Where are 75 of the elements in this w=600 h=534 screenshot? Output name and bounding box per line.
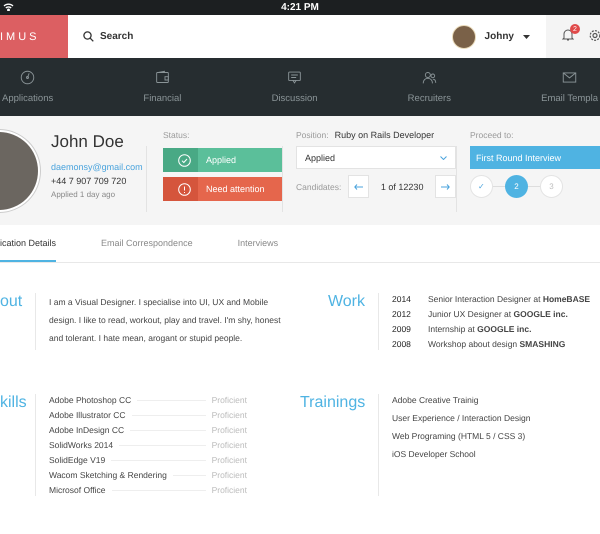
skill-name: SolidEdge V19 (49, 454, 106, 466)
section-heading: Work (326, 293, 365, 311)
avatar-placeholder (452, 24, 476, 48)
skill-level: Proficient (212, 424, 247, 436)
work-year: 2012 (392, 308, 412, 320)
bell-icon[interactable] (562, 28, 574, 41)
settings-icon[interactable] (588, 29, 600, 42)
skill-name: Adobe InDesign CC (49, 424, 124, 436)
nav-item[interactable]: Applications (2, 70, 54, 104)
tab[interactable]: ication Details (0, 225, 56, 262)
skill-name: SolidWorks 2014 (49, 439, 114, 451)
logo: IMUS (0, 15, 68, 58)
tab[interactable]: Interviews (238, 225, 278, 262)
nav-item[interactable]: Financial (143, 70, 182, 104)
skill-level: Proficient (212, 454, 247, 466)
skill-name: Adobe Illustrator CC (49, 409, 126, 421)
tab[interactable]: Email Correspondence (101, 225, 193, 262)
skill-level: Proficient (212, 409, 247, 421)
envelope-icon (562, 70, 578, 85)
work-entry: Internship at GOOGLE inc. (428, 323, 532, 335)
about-text: I am a Visual Designer. I specialise into UI, UX and Mobile design. I like to read, workout, play and travel. I'm shy, honest and tolerant. I hate mean, arogant or stupid people. (49, 296, 282, 345)
gauge-icon (20, 70, 36, 85)
skill-name: Adobe Photoshop CC (49, 394, 132, 406)
work-entry: Senior Interaction Designer at HomeBASE (428, 293, 590, 305)
applied-date: Applied 1 day ago (51, 190, 116, 199)
search-button[interactable]: Search (83, 31, 134, 42)
skill-level: Proficient (212, 484, 247, 496)
position-value: Ruby on Rails Developer (334, 130, 434, 140)
phone-number: +44 7 907 709 720 (51, 176, 128, 186)
check-circle-icon (178, 154, 191, 166)
caret-icon (523, 34, 530, 38)
skill-name: Microsof Office (49, 484, 106, 496)
user-menu[interactable]: Johny (452, 24, 530, 48)
training-item: Adobe Creative Trainig (392, 394, 480, 406)
training-item: Web Programing (HTML 5 / CSS 3) (392, 430, 526, 442)
skill-level: Proficient (212, 439, 247, 451)
status-button[interactable]: Need attention (163, 177, 282, 201)
training-item: User Experience / Interaction Design (392, 412, 530, 424)
training-item: iOS Developer School (392, 448, 477, 460)
proceed-button[interactable]: First Round Interview (470, 146, 600, 169)
candidates-label: Candidates: (296, 182, 342, 192)
skill-level: Proficient (212, 469, 247, 481)
step-indicator[interactable]: ✓ (470, 175, 493, 198)
wifi-icon (3, 3, 14, 11)
status-label: Status: (163, 130, 190, 140)
email-link[interactable]: daemonsy@gmail.com (51, 162, 146, 172)
work-year: 2008 (392, 338, 412, 350)
status-time: 4:21 PM (281, 2, 319, 13)
work-year: 2014 (392, 293, 412, 305)
skill-name: Wacom Sketching & Rendering (49, 469, 167, 481)
nav-item[interactable]: Discussion (272, 70, 318, 104)
work-entry: Workshop about design SMASHING (428, 338, 566, 350)
chevron-icon (440, 156, 447, 160)
people-icon (422, 70, 437, 85)
search-icon (83, 31, 94, 42)
section-heading: Trainings (300, 394, 365, 412)
arrow-right-icon (441, 184, 450, 190)
wallet-icon (154, 70, 170, 85)
candidate-counter: 1 of 12230 (380, 182, 424, 192)
nav-item[interactable]: Recruiters (408, 70, 451, 104)
work-entry: Junior UX Designer at GOOGLE inc. (428, 308, 568, 320)
work-year: 2009 (392, 323, 412, 335)
candidate-name: John Doe (51, 132, 125, 152)
section-heading: out (0, 293, 22, 311)
next-button[interactable] (435, 175, 456, 198)
skill-level: Proficient (212, 394, 247, 406)
position-label: Position: (296, 130, 329, 140)
step-indicator[interactable]: 2 (505, 175, 528, 198)
nav-item[interactable]: Email Templa (541, 70, 598, 104)
proceed-label: Proceed to: (470, 130, 514, 140)
alert-circle-icon (178, 182, 191, 196)
previous-button[interactable] (348, 175, 369, 198)
chat-icon (287, 70, 302, 85)
stage-dropdown[interactable]: Applied (296, 146, 456, 169)
arrow-left-icon (354, 184, 364, 190)
